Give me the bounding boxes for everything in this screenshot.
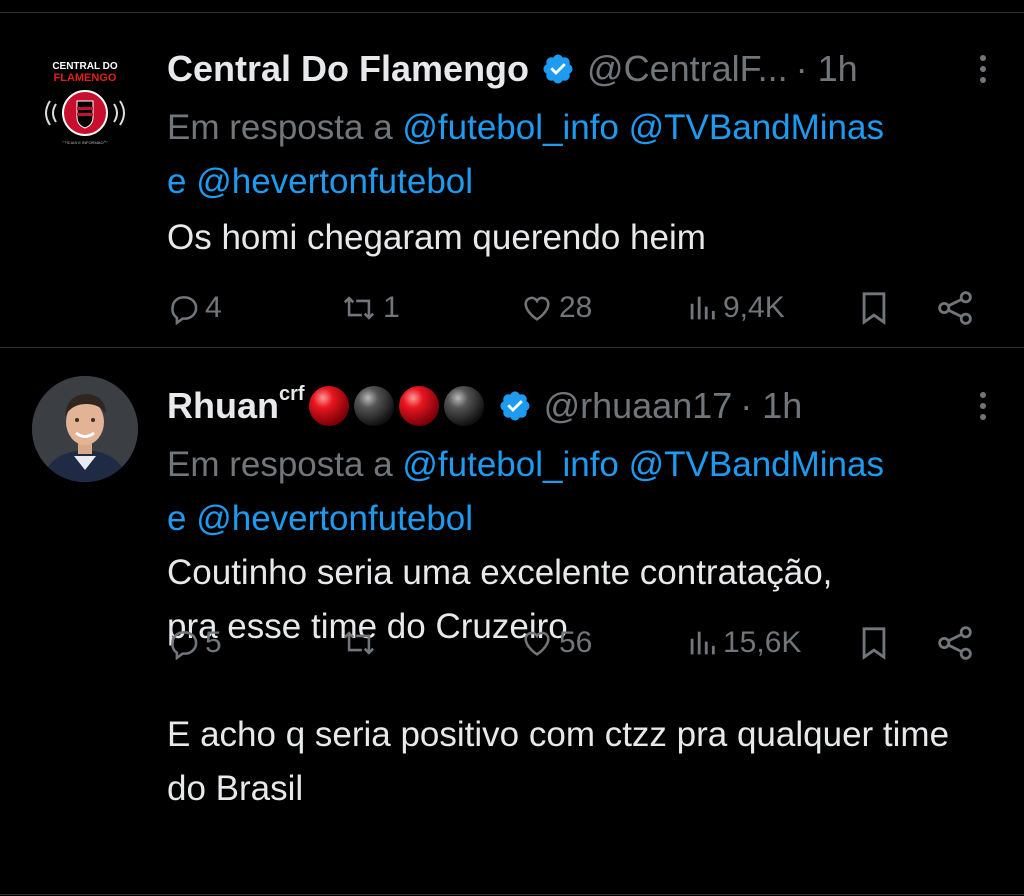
- tweet-header: Rhuan crf @rhuaan17 · 1h: [167, 376, 994, 436]
- display-name-suffix: crf: [279, 382, 305, 405]
- bookmark-button[interactable]: [857, 618, 891, 668]
- reply-icon: [171, 296, 198, 325]
- repost-button[interactable]: [339, 618, 383, 668]
- reply-prefix: Em resposta a: [167, 108, 393, 147]
- like-count: 28: [559, 291, 593, 324]
- reply-and: e: [167, 499, 187, 538]
- verified-badge-icon: [541, 52, 575, 86]
- repost-button[interactable]: 1: [339, 283, 400, 333]
- bookmark-icon: [862, 627, 886, 660]
- tweet-text: Coutinho seria uma excelente contratação…: [167, 553, 950, 808]
- avatar[interactable]: CENTRAL DO FLAMENGO NOTÍCIAS E INFORMAÇÕ…: [32, 41, 138, 147]
- logo-line2: FLAMENGO: [54, 72, 117, 84]
- red-ball-icon: [398, 386, 439, 426]
- reply-count: 5: [205, 626, 222, 659]
- view-count: 9,4K: [723, 291, 785, 324]
- views-button[interactable]: 9,4K: [685, 283, 785, 333]
- black-ball-icon: [443, 386, 484, 426]
- timestamp[interactable]: · 1h: [796, 48, 858, 90]
- reply-mentions[interactable]: @futebol_info @TVBandMinas: [402, 445, 884, 484]
- tweet[interactable]: CENTRAL DO FLAMENGO NOTÍCIAS E INFORMAÇÕ…: [0, 13, 1024, 348]
- repost-icon: [343, 296, 375, 320]
- more-options-icon[interactable]: [978, 390, 988, 422]
- like-button[interactable]: 56: [519, 618, 592, 668]
- tweet-text: Os homi chegaram querendo heim: [167, 218, 706, 257]
- reply-mentions[interactable]: @futebol_info @TVBandMinas: [402, 108, 884, 147]
- top-divider: [0, 0, 1024, 13]
- tweet-actions: 5 56 15,6K: [167, 618, 984, 668]
- name-emoji: [307, 384, 486, 428]
- reply-count: 4: [205, 291, 222, 324]
- share-button[interactable]: [935, 283, 975, 333]
- reply-mention-last[interactable]: @hevertonfutebol: [196, 499, 473, 538]
- profile-photo: [32, 376, 138, 482]
- reply-mention-last[interactable]: @hevertonfutebol: [196, 162, 473, 201]
- tweet[interactable]: Rhuan crf @rhuaan17 · 1h Em resposta a @…: [0, 348, 1024, 895]
- views-button[interactable]: 15,6K: [685, 618, 801, 668]
- reply-button[interactable]: 4: [167, 283, 222, 333]
- view-count: 15,6K: [723, 626, 802, 659]
- reply-icon: [171, 631, 198, 660]
- avatar[interactable]: [32, 376, 138, 482]
- central-do-flamengo-logo: CENTRAL DO FLAMENGO NOTÍCIAS E INFORMAÇÕ…: [32, 41, 138, 147]
- like-button[interactable]: 28: [519, 283, 592, 333]
- display-name[interactable]: Central Do Flamengo: [167, 48, 529, 90]
- repost-count: 1: [383, 291, 400, 324]
- reply-button[interactable]: 5: [167, 618, 222, 668]
- views-icon: [690, 631, 715, 655]
- share-icon: [938, 291, 972, 325]
- logo-line1: CENTRAL DO: [52, 61, 118, 72]
- red-ball-icon: [308, 386, 349, 426]
- more-options-icon[interactable]: [978, 53, 988, 85]
- repost-icon: [343, 631, 375, 655]
- bookmark-button[interactable]: [857, 283, 891, 333]
- tweet-header: Central Do Flamengo @CentralF... · 1h: [167, 39, 994, 99]
- reply-prefix: Em resposta a: [167, 445, 393, 484]
- bookmark-icon: [862, 292, 886, 325]
- display-name[interactable]: Rhuan: [167, 385, 279, 427]
- share-button[interactable]: [935, 618, 975, 668]
- logo-tagline: NOTÍCIAS E INFORMAÇÕES: [58, 140, 112, 145]
- heart-icon: [524, 296, 550, 321]
- tweet-actions: 4 1 28 9,4K: [167, 283, 984, 333]
- black-ball-icon: [353, 386, 394, 426]
- timestamp[interactable]: · 1h: [740, 385, 802, 427]
- user-handle[interactable]: @rhuaan17: [544, 385, 733, 427]
- reply-context: Em resposta a @futebol_info @TVBandMinas…: [167, 101, 994, 209]
- heart-icon: [524, 631, 550, 656]
- reply-context: Em resposta a @futebol_info @TVBandMinas…: [167, 438, 994, 546]
- views-icon: [690, 296, 715, 320]
- share-icon: [938, 626, 972, 660]
- like-count: 56: [559, 626, 593, 659]
- user-handle[interactable]: @CentralF...: [587, 48, 788, 90]
- reply-and: e: [167, 162, 187, 201]
- verified-badge-icon: [498, 389, 532, 423]
